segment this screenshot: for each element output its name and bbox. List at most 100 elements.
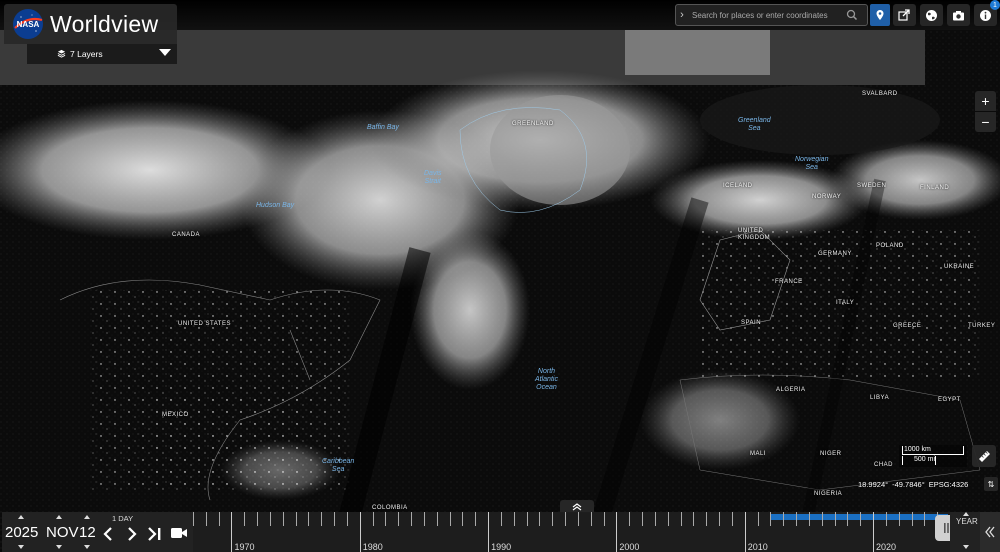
- timeline-year-label: 1970: [234, 542, 255, 552]
- animation-button[interactable]: [170, 526, 188, 542]
- time-interval-label[interactable]: 1 DAY: [112, 514, 133, 523]
- timeline-tick: [757, 512, 759, 526]
- snapshot-button[interactable]: [947, 4, 970, 26]
- timeline-tick: [334, 512, 336, 526]
- chevron-left-icon: [103, 527, 112, 541]
- swap-icon: ⇅: [987, 479, 995, 489]
- label-colombia: COLOMBIA: [372, 505, 408, 511]
- timeline-tick: [885, 512, 887, 526]
- timeline-tick: [731, 512, 733, 526]
- label-north-atlantic-ocean: North Atlantic Ocean: [535, 368, 558, 391]
- timeline-tick: [667, 512, 669, 526]
- date-day-input[interactable]: 12: [79, 524, 96, 541]
- layers-toggle-bar[interactable]: 7 Layers: [27, 44, 177, 64]
- timeline-year-label: 2020: [876, 542, 897, 552]
- video-camera-icon: [171, 528, 187, 538]
- latest-date-button[interactable]: [147, 526, 163, 544]
- label-libya: LIBYA: [870, 395, 890, 401]
- timeline-tick: [462, 512, 464, 526]
- timeline-tick: [231, 512, 233, 552]
- year-decrement-icon[interactable]: [18, 545, 24, 549]
- timeline-zoom-selector[interactable]: YEAR: [950, 512, 980, 552]
- month-decrement-icon[interactable]: [56, 545, 62, 549]
- label-ukraine: UKRAINE: [944, 264, 975, 270]
- label-poland: POLAND: [876, 243, 904, 249]
- location-pin-button[interactable]: [870, 4, 890, 26]
- notification-badge: 1: [990, 0, 1000, 10]
- timeline-tick: [346, 512, 348, 526]
- measure-button[interactable]: [972, 445, 996, 467]
- label-caribbean-sea: Caribbean Sea: [322, 458, 355, 473]
- timeline-axis[interactable]: 1970 1980 1990 2000 2010 2020: [193, 512, 950, 552]
- year-increment-icon[interactable]: [18, 515, 24, 519]
- timeline-tick: [770, 512, 772, 526]
- info-button[interactable]: 1: [974, 0, 1000, 26]
- chevron-down-icon[interactable]: [159, 49, 171, 56]
- timeline-tick: [847, 512, 849, 526]
- globe-icon: [926, 9, 937, 21]
- nasa-logo[interactable]: NASA: [12, 8, 44, 40]
- label-turkey: TURKEY: [968, 323, 996, 329]
- label-canada: CANADA: [172, 232, 201, 238]
- day-increment-icon[interactable]: [84, 515, 90, 519]
- timeline-tick: [193, 512, 194, 526]
- label-france: FRANCE: [775, 279, 803, 285]
- label-greece: GREECE: [893, 323, 922, 329]
- projection-code: EPSG:4326: [928, 480, 969, 489]
- zoom-level-up-icon[interactable]: [963, 512, 969, 516]
- timeline-tick: [924, 512, 926, 526]
- timeline-tick: [282, 512, 284, 526]
- timeline-tick: [513, 512, 515, 526]
- chevron-right-icon[interactable]: ›: [676, 9, 688, 21]
- timeline-tick: [385, 512, 387, 526]
- share-button[interactable]: [893, 4, 916, 26]
- timeline-tick: [449, 512, 451, 526]
- month-increment-icon[interactable]: [56, 515, 62, 519]
- map-canvas[interactable]: GREENLAND SVALBARD CANADA UNITED STATES …: [0, 0, 1000, 552]
- timeline-tick: [423, 512, 425, 526]
- timeline-tick: [526, 512, 528, 526]
- zoom-level-down-icon[interactable]: [963, 545, 969, 549]
- timeline-hide-button[interactable]: [980, 512, 1000, 552]
- worldview-app: GREENLAND SVALBARD CANADA UNITED STATES …: [0, 0, 1000, 552]
- label-hudson-bay: Hudson Bay: [256, 202, 295, 209]
- label-davis-strait: Davis Strait: [424, 170, 442, 185]
- timeline-tick: [693, 512, 695, 526]
- timeline-tick: [398, 512, 400, 526]
- chevron-right-icon: [128, 527, 137, 541]
- search-icon[interactable]: [845, 8, 859, 22]
- date-month-input[interactable]: NOV: [46, 524, 79, 541]
- timeline-tick: [629, 512, 631, 526]
- info-icon: [980, 9, 991, 21]
- projection-button[interactable]: [920, 4, 943, 26]
- coordinate-format-button[interactable]: ⇅: [984, 477, 998, 491]
- timeline-tick: [603, 512, 605, 526]
- coordinates-readout: 18.9924° -49.7846° EPSG:4326: [858, 480, 972, 489]
- ruler-icon: [978, 450, 990, 462]
- label-germany: GERMANY: [818, 251, 852, 257]
- timeline-tick: [411, 512, 413, 526]
- timeline-tick: [680, 512, 682, 526]
- zoom-in-button[interactable]: +: [975, 91, 996, 111]
- timeline-year-label: 1980: [362, 542, 383, 552]
- label-chad: CHAD: [874, 462, 894, 468]
- timeline-handle[interactable]: [935, 515, 950, 541]
- timeline-year-label: 2000: [619, 542, 640, 552]
- label-mali: MALI: [750, 451, 767, 457]
- app-title: Worldview: [50, 10, 159, 37]
- day-decrement-icon[interactable]: [84, 545, 90, 549]
- search-input[interactable]: [688, 10, 843, 20]
- label-greenland-sea: Greenland Sea: [738, 117, 771, 132]
- next-date-button[interactable]: [126, 526, 138, 544]
- coordinate-lat: 18.9924°: [858, 480, 889, 489]
- label-mexico: MEXICO: [162, 412, 189, 418]
- label-united-kingdom: UNITED KINGDOM: [738, 228, 771, 241]
- previous-date-button[interactable]: [102, 526, 114, 544]
- timeline-tick: [218, 512, 220, 526]
- date-year-input[interactable]: 2025: [5, 524, 38, 541]
- label-spain: SPAIN: [741, 320, 762, 326]
- satellite-imagery: [0, 0, 1000, 552]
- label-norwegian-sea: Norwegian Sea: [795, 156, 829, 171]
- zoom-out-button[interactable]: −: [975, 112, 996, 132]
- brand-header: NASA Worldview: [4, 4, 177, 44]
